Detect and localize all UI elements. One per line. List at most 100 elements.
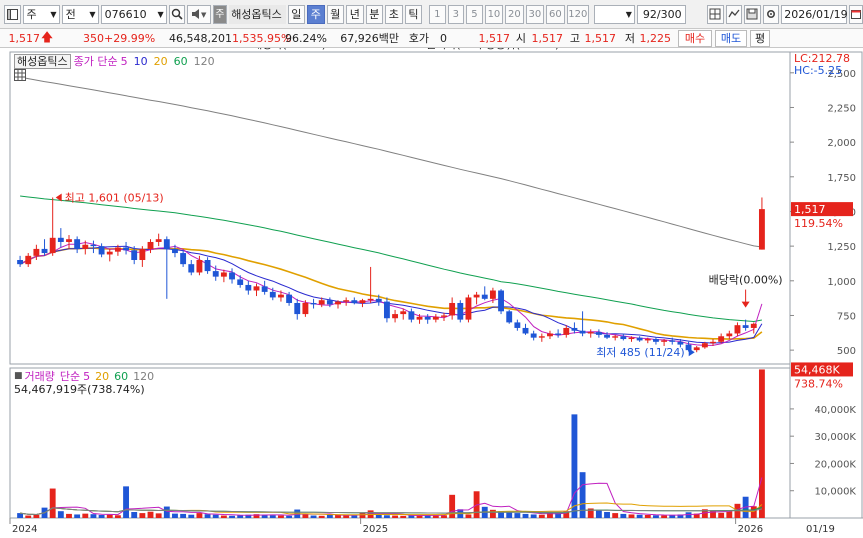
search-icon[interactable]: [168, 4, 186, 24]
period-tab-week[interactable]: 주: [307, 4, 325, 24]
arrow-up-icon: 🡅: [40, 29, 54, 44]
volume-bar: [514, 513, 521, 518]
candle-body: [57, 237, 64, 242]
candle-body: [701, 343, 708, 348]
dividend2-annotation: 배당락(0.00%): [709, 274, 783, 287]
period-tab-minute[interactable]: 분: [365, 4, 384, 24]
interval-1[interactable]: 1: [429, 4, 446, 24]
flat-button[interactable]: 평: [750, 29, 770, 47]
speaker-icon[interactable]: ▼: [187, 4, 211, 24]
indicator-icon[interactable]: [725, 4, 743, 24]
candle-body: [204, 260, 211, 272]
stock-code-input[interactable]: 076610 ▼: [100, 4, 167, 24]
ma-60-label: 60: [173, 54, 188, 68]
candle-body: [253, 286, 260, 291]
volume-bar: [49, 488, 56, 518]
volume-bar: [220, 515, 227, 518]
candle-body: [196, 260, 203, 273]
volume-bar: [538, 514, 545, 518]
candle-body: [302, 302, 309, 315]
volume-bar: [33, 514, 40, 518]
ma-10-label: 10: [133, 54, 148, 68]
candle-body: [400, 311, 407, 315]
interval-10[interactable]: 10: [484, 4, 504, 24]
period-tab-day[interactable]: 일: [287, 4, 306, 24]
volume-y-tick-label: 30,000K: [814, 432, 856, 443]
high-label: 고: [569, 32, 580, 45]
period-tab-second[interactable]: 초: [385, 4, 403, 24]
interval-30[interactable]: 30: [525, 4, 545, 24]
low-price: 1,225: [639, 31, 672, 45]
sell-button[interactable]: 매도: [715, 29, 747, 47]
candle-body: [693, 347, 700, 351]
candle-body: [498, 290, 504, 312]
chevron-down-icon: ▼: [89, 9, 96, 19]
volume-bar: [237, 515, 244, 518]
candle-body: [734, 325, 741, 334]
volume-bar: [114, 515, 121, 518]
interval-5[interactable]: 5: [466, 4, 483, 24]
period-tab-year[interactable]: 년: [346, 4, 364, 24]
save-icon[interactable]: [744, 4, 761, 24]
interval-20[interactable]: 20: [505, 4, 524, 24]
y-tick-label: 1,250: [827, 242, 856, 253]
y-tick-label: 1,750: [827, 173, 856, 184]
chart-grid-icon[interactable]: [707, 4, 724, 24]
candle-body: [669, 340, 676, 342]
price-legend-stock[interactable]: 해성옵틱스: [14, 53, 71, 69]
volume-bar: [286, 515, 293, 518]
volume-bar: [212, 514, 219, 518]
volume-bar: [571, 414, 578, 518]
candle-body: [604, 334, 610, 338]
volume-bar: [465, 514, 472, 518]
period-tab-month[interactable]: 월: [326, 4, 345, 24]
candle-body: [563, 327, 570, 335]
period-tab-tick[interactable]: 틱: [404, 4, 423, 24]
candle-body: [587, 332, 594, 334]
date-input[interactable]: 2026/01/19: [781, 4, 848, 24]
candle-body: [106, 251, 113, 255]
stock-chart[interactable]: 2,5002,2502,0001,7501,5001,2501,00075050…: [0, 48, 863, 538]
candle-body: [220, 272, 227, 277]
candle-body: [25, 255, 32, 265]
type-selector-value: 전: [65, 8, 76, 21]
candle-body: [457, 302, 464, 320]
candle-body: [441, 315, 447, 317]
interval-120[interactable]: 120: [566, 4, 589, 24]
candle-body: [408, 311, 415, 320]
volume-y-tick-label: 10,000K: [814, 487, 856, 498]
interval-custom-input[interactable]: ▼: [594, 4, 635, 24]
ma-5-label: 5: [120, 54, 128, 68]
type-selector[interactable]: 전 ▼: [61, 4, 99, 24]
volume-bar: [172, 513, 178, 518]
count-input[interactable]: 92/300: [636, 4, 686, 24]
interval-60[interactable]: 60: [546, 4, 565, 24]
volume-bar: [66, 513, 72, 518]
candle-body: [261, 286, 268, 292]
candle-body: [595, 332, 602, 335]
candle-body: [555, 333, 562, 335]
candle-body: [506, 311, 513, 323]
candle-body: [41, 248, 48, 254]
stock-code-value: 076610: [104, 7, 147, 21]
settings-icon[interactable]: [762, 4, 780, 24]
market-selector[interactable]: 주 ▼: [22, 4, 60, 24]
volume-y-tick-label: 20,000K: [814, 459, 856, 470]
buy-button[interactable]: 매수: [678, 29, 712, 47]
volume-bar: [620, 513, 627, 518]
candle-body: [677, 341, 684, 345]
candle-body: [180, 253, 187, 265]
interval-3[interactable]: 3: [447, 4, 465, 24]
candle-body: [351, 300, 358, 303]
grid-table-icon[interactable]: [14, 69, 26, 81]
candle-body: [547, 333, 553, 337]
candle-body: [481, 294, 488, 299]
calendar-icon[interactable]: [849, 4, 863, 24]
volume-bar: [131, 512, 138, 518]
y-tick-label: 2,000: [827, 138, 856, 149]
window-menu-icon[interactable]: [4, 4, 21, 24]
volume-bar: [653, 515, 659, 518]
volume-bar: [530, 514, 537, 518]
stock-name: 해성옵틱스: [229, 4, 286, 24]
volume-bar: [90, 514, 97, 518]
